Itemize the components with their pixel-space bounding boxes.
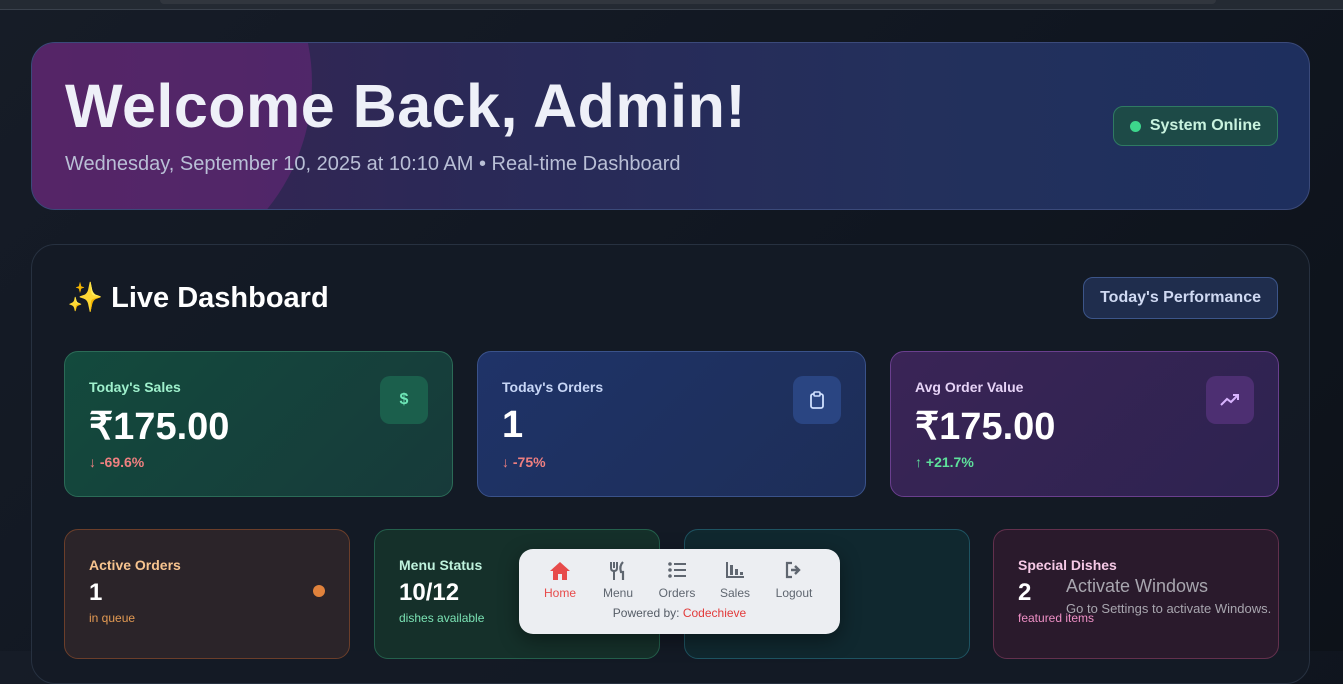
page-title: Welcome Back, Admin!: [65, 72, 747, 140]
activate-windows-watermark: Activate Windows Go to Settings to activ…: [1066, 576, 1271, 616]
date-subtitle: Wednesday, September 10, 2025 at 10:10 A…: [65, 153, 681, 175]
list-icon: [647, 561, 707, 583]
nav-sales[interactable]: Sales: [705, 561, 765, 600]
stat-card-todays-sales[interactable]: Today's Sales ₹175.00 ↓ -69.6% $: [64, 351, 453, 497]
arrow-down-icon: ↓: [89, 454, 96, 470]
system-status-badge: System Online: [1112, 106, 1278, 146]
stat-change-value: -69.6%: [99, 454, 145, 470]
trending-up-icon: [1206, 376, 1254, 424]
nav-label: Sales: [719, 586, 751, 600]
browser-top-bar: [0, 0, 1343, 10]
mini-value: 1: [89, 579, 103, 606]
fork-knife-icon: [588, 561, 648, 583]
nav-label: Orders: [658, 586, 696, 600]
watermark-title: Activate Windows: [1066, 576, 1209, 596]
dollar-icon: $: [380, 376, 428, 424]
dashboard-title-text: Live Dashboard: [111, 282, 329, 314]
nav-orders[interactable]: Orders: [647, 561, 707, 600]
bar-chart-icon: [705, 561, 765, 583]
stat-change: ↓ -75%: [502, 454, 546, 470]
mini-card-active-orders[interactable]: Active Orders 1 in queue: [64, 529, 350, 659]
mini-label: Active Orders: [89, 557, 181, 573]
nav-menu[interactable]: Menu: [588, 561, 648, 600]
logout-icon: [764, 561, 824, 583]
watermark-subtitle: Go to Settings to activate Windows.: [1066, 601, 1272, 616]
online-dot-icon: [1129, 121, 1141, 132]
stat-change: ↑ +21.7%: [915, 454, 974, 470]
mini-label: Special Dishes: [1018, 557, 1117, 573]
status-label: System Online: [1149, 117, 1261, 134]
brand-link[interactable]: Codechieve: [683, 606, 746, 620]
mini-value: 2: [1018, 579, 1032, 606]
dashboard-title: ✨ Live Dashboard: [67, 281, 329, 315]
clipboard-icon: [793, 376, 841, 424]
stat-value: 1: [502, 404, 524, 446]
nav-logout[interactable]: Logout: [764, 561, 824, 600]
stat-label: Avg Order Value: [915, 379, 1024, 395]
todays-performance-button[interactable]: Today's Performance: [1083, 277, 1278, 319]
arrow-up-icon: ↑: [915, 454, 922, 470]
mini-label: Menu Status: [399, 557, 483, 573]
address-bar-edge[interactable]: [160, 0, 1216, 4]
sparkles-icon: ✨: [67, 282, 104, 314]
mini-sub: dishes available: [399, 611, 485, 625]
bottom-navigation: Home Menu Orders Sales Logout Powered by…: [519, 549, 840, 634]
pending-dot-icon: [313, 585, 325, 597]
stat-value: ₹175.00: [89, 406, 230, 448]
welcome-banner: Welcome Back, Admin! Wednesday, Septembe…: [31, 42, 1310, 210]
nav-label: Menu: [602, 586, 634, 600]
stat-label: Today's Orders: [502, 379, 604, 395]
powered-prefix: Powered by:: [612, 606, 680, 620]
nav-label: Home: [543, 586, 576, 600]
stat-card-todays-orders[interactable]: Today's Orders 1 ↓ -75%: [477, 351, 866, 497]
stat-change-value: -75%: [512, 454, 546, 470]
arrow-down-icon: ↓: [502, 454, 509, 470]
stat-value: ₹175.00: [915, 406, 1056, 448]
mini-sub: in queue: [89, 611, 136, 625]
stat-label: Today's Sales: [89, 379, 181, 395]
stat-change: ↓ -69.6%: [89, 454, 144, 470]
powered-by-footer: Powered by: Codechieve: [519, 606, 840, 620]
home-icon: [530, 561, 590, 583]
stat-change-value: +21.7%: [925, 454, 974, 470]
nav-home[interactable]: Home: [530, 561, 590, 600]
nav-label: Logout: [775, 586, 813, 600]
stat-card-avg-order-value[interactable]: Avg Order Value ₹175.00 ↑ +21.7%: [890, 351, 1279, 497]
mini-value: 10/12: [399, 579, 460, 606]
